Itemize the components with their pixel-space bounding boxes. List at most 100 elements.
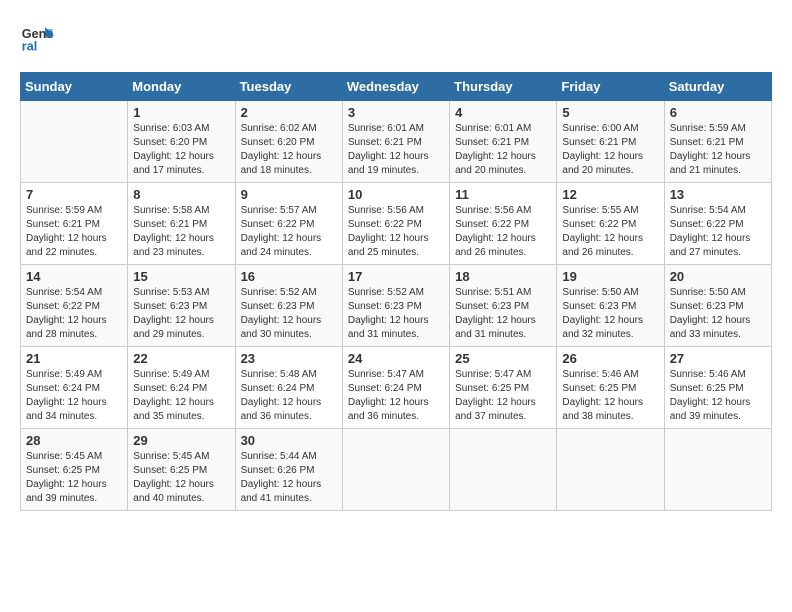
day-number: 13 [670, 187, 766, 202]
day-cell: 5 Sunrise: 6:00 AM Sunset: 6:21 PM Daylig… [557, 101, 664, 183]
day-cell [664, 429, 771, 511]
day-cell: 3 Sunrise: 6:01 AM Sunset: 6:21 PM Daylig… [342, 101, 449, 183]
header-monday: Monday [128, 73, 235, 101]
page-header: Gene ral [20, 20, 772, 56]
day-cell: 13 Sunrise: 5:54 AM Sunset: 6:22 PM Dayli… [664, 183, 771, 265]
day-info: Sunrise: 5:59 AM Sunset: 6:21 PM Dayligh… [670, 122, 766, 178]
day-cell: 28 Sunrise: 5:45 AM Sunset: 6:25 PM Dayli… [21, 429, 128, 511]
day-cell: 19 Sunrise: 5:50 AM Sunset: 6:23 PM Dayli… [557, 265, 664, 347]
day-number: 23 [241, 351, 337, 366]
day-cell: 18 Sunrise: 5:51 AM Sunset: 6:23 PM Dayli… [450, 265, 557, 347]
day-number: 5 [562, 105, 658, 120]
day-cell: 22Sunrise: 5:49 AM Sunset: 6:24 PM Dayli… [128, 347, 235, 429]
day-cell: 4 Sunrise: 6:01 AM Sunset: 6:21 PM Daylig… [450, 101, 557, 183]
day-number: 17 [348, 269, 444, 284]
day-info: Sunrise: 5:45 AM Sunset: 6:25 PM Dayligh… [26, 450, 122, 506]
day-number: 7 [26, 187, 122, 202]
day-number: 11 [455, 187, 551, 202]
day-cell: 27 Sunrise: 5:46 AM Sunset: 6:25 PM Dayli… [664, 347, 771, 429]
day-cell: 21 Sunrise: 5:49 AM Sunset: 6:24 PM Dayli… [21, 347, 128, 429]
week-row-3: 14 Sunrise: 5:54 AM Sunset: 6:22 PM Dayli… [21, 265, 772, 347]
day-info: Sunrise: 5:56 AM Sunset: 6:22 PM Dayligh… [455, 204, 551, 260]
day-number: 10 [348, 187, 444, 202]
day-info: Sunrise: 5:55 AM Sunset: 6:22 PM Dayligh… [562, 204, 658, 260]
header-saturday: Saturday [664, 73, 771, 101]
day-number: 8 [133, 187, 229, 202]
day-number: 27 [670, 351, 766, 366]
day-number: 25 [455, 351, 551, 366]
day-cell: 30 Sunrise: 5:44 AM Sunset: 6:26 PM Dayli… [235, 429, 342, 511]
day-cell: 6 Sunrise: 5:59 AM Sunset: 6:21 PM Daylig… [664, 101, 771, 183]
day-info: Sunrise: 6:03 AM Sunset: 6:20 PM Dayligh… [133, 122, 229, 178]
week-row-5: 28 Sunrise: 5:45 AM Sunset: 6:25 PM Dayli… [21, 429, 772, 511]
day-info: Sunrise: 5:48 AM Sunset: 6:24 PM Dayligh… [241, 368, 337, 424]
day-number: 26 [562, 351, 658, 366]
day-cell [21, 101, 128, 183]
day-cell: 12 Sunrise: 5:55 AM Sunset: 6:22 PM Dayli… [557, 183, 664, 265]
header-friday: Friday [557, 73, 664, 101]
day-number: 14 [26, 269, 122, 284]
day-number: 18 [455, 269, 551, 284]
day-info: Sunrise: 5:54 AM Sunset: 6:22 PM Dayligh… [670, 204, 766, 260]
calendar-header-row: SundayMondayTuesdayWednesdayThursdayFrid… [21, 73, 772, 101]
day-number: 29 [133, 433, 229, 448]
day-info: Sunrise: 5:58 AM Sunset: 6:21 PM Dayligh… [133, 204, 229, 260]
day-info: Sunrise: 6:01 AM Sunset: 6:21 PM Dayligh… [455, 122, 551, 178]
day-info: Sunrise: 5:52 AM Sunset: 6:23 PM Dayligh… [241, 286, 337, 342]
header-thursday: Thursday [450, 73, 557, 101]
day-info: Sunrise: 6:01 AM Sunset: 6:21 PM Dayligh… [348, 122, 444, 178]
day-info: Sunrise: 5:49 AM Sunset: 6:24 PM Dayligh… [26, 368, 122, 424]
day-cell: 10 Sunrise: 5:56 AM Sunset: 6:22 PM Dayli… [342, 183, 449, 265]
day-info: Sunrise: 5:56 AM Sunset: 6:22 PM Dayligh… [348, 204, 444, 260]
day-number: 9 [241, 187, 337, 202]
day-info: Sunrise: 6:00 AM Sunset: 6:21 PM Dayligh… [562, 122, 658, 178]
header-sunday: Sunday [21, 73, 128, 101]
day-cell [342, 429, 449, 511]
day-cell: 29 Sunrise: 5:45 AM Sunset: 6:25 PM Dayli… [128, 429, 235, 511]
day-number: 19 [562, 269, 658, 284]
day-number: 1 [133, 105, 229, 120]
week-row-1: 1 Sunrise: 6:03 AM Sunset: 6:20 PM Daylig… [21, 101, 772, 183]
day-number: 22 [133, 351, 229, 366]
day-info: Sunrise: 5:54 AM Sunset: 6:22 PM Dayligh… [26, 286, 122, 342]
day-number: 28 [26, 433, 122, 448]
day-info: Sunrise: 5:46 AM Sunset: 6:25 PM Dayligh… [670, 368, 766, 424]
day-number: 6 [670, 105, 766, 120]
day-number: 3 [348, 105, 444, 120]
day-info: Sunrise: 6:02 AM Sunset: 6:20 PM Dayligh… [241, 122, 337, 178]
day-info: Sunrise: 5:50 AM Sunset: 6:23 PM Dayligh… [670, 286, 766, 342]
day-cell: 24Sunrise: 5:47 AM Sunset: 6:24 PM Dayli… [342, 347, 449, 429]
day-info: Sunrise: 5:59 AM Sunset: 6:21 PM Dayligh… [26, 204, 122, 260]
day-cell: 11 Sunrise: 5:56 AM Sunset: 6:22 PM Dayli… [450, 183, 557, 265]
day-number: 4 [455, 105, 551, 120]
day-cell: 14 Sunrise: 5:54 AM Sunset: 6:22 PM Dayli… [21, 265, 128, 347]
logo: Gene ral [20, 20, 62, 56]
day-info: Sunrise: 5:46 AM Sunset: 6:25 PM Dayligh… [562, 368, 658, 424]
logo-icon: Gene ral [20, 20, 56, 56]
day-info: Sunrise: 5:51 AM Sunset: 6:23 PM Dayligh… [455, 286, 551, 342]
day-number: 21 [26, 351, 122, 366]
day-info: Sunrise: 5:50 AM Sunset: 6:23 PM Dayligh… [562, 286, 658, 342]
day-cell: 15Sunrise: 5:53 AM Sunset: 6:23 PM Dayli… [128, 265, 235, 347]
day-info: Sunrise: 5:47 AM Sunset: 6:24 PM Dayligh… [348, 368, 444, 424]
day-number: 15 [133, 269, 229, 284]
day-cell [557, 429, 664, 511]
header-wednesday: Wednesday [342, 73, 449, 101]
day-number: 20 [670, 269, 766, 284]
day-info: Sunrise: 5:45 AM Sunset: 6:25 PM Dayligh… [133, 450, 229, 506]
day-cell: 8 Sunrise: 5:58 AM Sunset: 6:21 PM Daylig… [128, 183, 235, 265]
day-info: Sunrise: 5:47 AM Sunset: 6:25 PM Dayligh… [455, 368, 551, 424]
day-info: Sunrise: 5:57 AM Sunset: 6:22 PM Dayligh… [241, 204, 337, 260]
day-number: 30 [241, 433, 337, 448]
day-info: Sunrise: 5:44 AM Sunset: 6:26 PM Dayligh… [241, 450, 337, 506]
svg-text:ral: ral [22, 40, 37, 54]
day-number: 2 [241, 105, 337, 120]
day-cell: 20 Sunrise: 5:50 AM Sunset: 6:23 PM Dayli… [664, 265, 771, 347]
day-cell: 16 Sunrise: 5:52 AM Sunset: 6:23 PM Dayli… [235, 265, 342, 347]
day-info: Sunrise: 5:52 AM Sunset: 6:23 PM Dayligh… [348, 286, 444, 342]
day-number: 12 [562, 187, 658, 202]
day-cell: 26 Sunrise: 5:46 AM Sunset: 6:25 PM Dayli… [557, 347, 664, 429]
day-cell: 1 Sunrise: 6:03 AM Sunset: 6:20 PM Daylig… [128, 101, 235, 183]
week-row-4: 21 Sunrise: 5:49 AM Sunset: 6:24 PM Dayli… [21, 347, 772, 429]
day-number: 16 [241, 269, 337, 284]
